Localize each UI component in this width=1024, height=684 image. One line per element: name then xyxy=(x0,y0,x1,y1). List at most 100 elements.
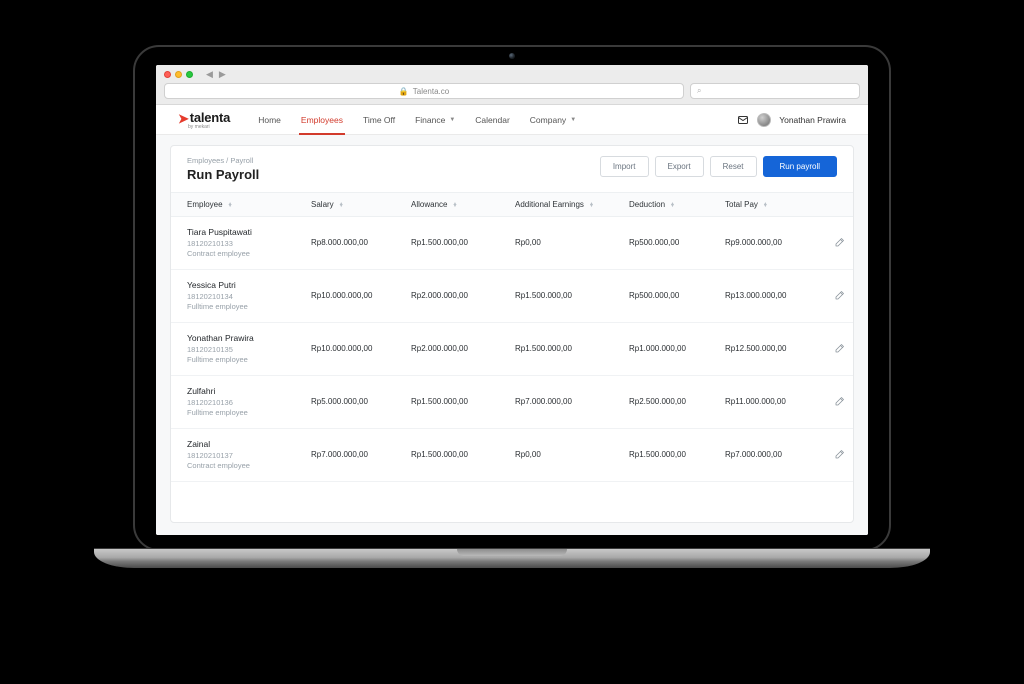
nav-item-label: Company xyxy=(530,115,566,125)
back-button[interactable]: ◀ xyxy=(206,70,213,79)
nav-item-home[interactable]: Home xyxy=(248,105,291,134)
employee-name: Zulfahri xyxy=(187,386,307,396)
column-header-salary[interactable]: Salary▲▼ xyxy=(311,200,407,209)
total-cell: Rp13.000.000,00 xyxy=(725,291,821,300)
additional-cell: Rp1.500.000,00 xyxy=(515,291,625,300)
allowance-cell: Rp1.500.000,00 xyxy=(411,238,511,247)
employee-cell: Yonathan Prawira18120210135Fulltime empl… xyxy=(187,333,307,364)
edit-button[interactable] xyxy=(825,289,853,303)
action-bar: Import Export Reset Run payroll xyxy=(600,156,837,177)
allowance-cell: Rp2.000.000,00 xyxy=(411,344,511,353)
sort-icon[interactable]: ▲▼ xyxy=(228,203,233,207)
nav-item-company[interactable]: Company ▼ xyxy=(520,105,586,134)
employee-type: Fulltime employee xyxy=(187,408,307,417)
total-cell: Rp12.500.000,00 xyxy=(725,344,821,353)
total-cell: Rp7.000.000,00 xyxy=(725,450,821,459)
export-button[interactable]: Export xyxy=(655,156,704,177)
pencil-icon xyxy=(834,448,846,462)
sort-icon[interactable]: ▲▼ xyxy=(763,203,768,207)
employee-cell: Zulfahri18120210136Fulltime employee xyxy=(187,386,307,417)
column-header-label: Deduction xyxy=(629,200,665,209)
chevron-down-icon: ▼ xyxy=(570,117,576,123)
employee-name: Yonathan Prawira xyxy=(187,333,307,343)
brand-logo[interactable]: ➤ talenta by mekari xyxy=(178,110,248,130)
sort-icon[interactable]: ▲▼ xyxy=(452,203,457,207)
address-bar-host: Talenta.co xyxy=(413,87,449,96)
brand-mark-icon: ➤ xyxy=(178,111,189,127)
additional-cell: Rp7.000.000,00 xyxy=(515,397,625,406)
nav-item-employees[interactable]: Employees xyxy=(291,105,353,134)
laptop-camera xyxy=(509,53,515,59)
deduction-cell: Rp2.500.000,00 xyxy=(629,397,721,406)
column-header-employee[interactable]: Employee ▲▼ xyxy=(187,200,307,209)
pencil-icon xyxy=(834,395,846,409)
column-header-label: Allowance xyxy=(411,200,447,209)
employee-type: Contract employee xyxy=(187,461,307,470)
screen: ◀ ▶ 🔒 Talenta.co ⌕ ➤ talenta xyxy=(156,65,868,535)
app-body: Employees / Payroll Run Payroll Import E… xyxy=(156,135,868,535)
close-window-button[interactable] xyxy=(164,71,171,78)
total-cell: Rp9.000.000,00 xyxy=(725,238,821,247)
payroll-table: Employee▲▼Salary▲▼Allowance▲▼Additional … xyxy=(171,192,853,522)
nav-item-label: Calendar xyxy=(475,115,510,125)
chevron-down-icon: ▼ xyxy=(449,117,455,123)
allowance-cell: Rp1.500.000,00 xyxy=(411,397,511,406)
nav-item-calendar[interactable]: Calendar xyxy=(465,105,520,134)
maximize-window-button[interactable] xyxy=(186,71,193,78)
avatar[interactable] xyxy=(757,113,771,127)
mail-icon[interactable] xyxy=(737,114,749,126)
table-row: Yessica Putri18120210134Fulltime employe… xyxy=(171,270,853,323)
page-title: Run Payroll xyxy=(187,167,259,182)
reset-button[interactable]: Reset xyxy=(710,156,757,177)
column-header-deduction[interactable]: Deduction ▲▼ xyxy=(629,200,721,209)
additional-cell: Rp0,00 xyxy=(515,238,625,247)
pencil-icon xyxy=(834,289,846,303)
brand-subtitle: by mekari xyxy=(188,125,248,130)
table-header: Employee▲▼Salary▲▼Allowance▲▼Additional … xyxy=(171,192,853,217)
brand-name: talenta xyxy=(190,110,231,125)
edit-button[interactable] xyxy=(825,236,853,250)
breadcrumb[interactable]: Employees / Payroll xyxy=(187,156,259,165)
edit-button[interactable] xyxy=(825,448,853,462)
search-icon: ⌕ xyxy=(697,86,701,96)
nav-item-label: Finance xyxy=(415,115,445,125)
run-payroll-button[interactable]: Run payroll xyxy=(763,156,837,177)
salary-cell: Rp10.000.000,00 xyxy=(311,344,407,353)
employee-type: Fulltime employee xyxy=(187,302,307,311)
nav-item-time-off[interactable]: Time Off xyxy=(353,105,405,134)
browser-search-input[interactable]: ⌕ xyxy=(690,83,860,99)
address-bar[interactable]: 🔒 Talenta.co xyxy=(164,83,684,99)
table-row: Yonathan Prawira18120210135Fulltime empl… xyxy=(171,323,853,376)
additional-cell: Rp1.500.000,00 xyxy=(515,344,625,353)
nav-item-finance[interactable]: Finance ▼ xyxy=(405,105,465,134)
column-header-additional-earnings[interactable]: Additional Earnings ▲▼ xyxy=(515,200,625,209)
edit-button[interactable] xyxy=(825,342,853,356)
laptop-frame: ◀ ▶ 🔒 Talenta.co ⌕ ➤ talenta xyxy=(133,45,891,551)
column-header-total-pay[interactable]: Total Pay▲▼ xyxy=(725,200,821,209)
user-name[interactable]: Yonathan Prawira xyxy=(779,115,846,125)
table-row: Zulfahri18120210136Fulltime employee Rp5.… xyxy=(171,376,853,429)
salary-cell: Rp7.000.000,00 xyxy=(311,450,407,459)
nav-item-label: Time Off xyxy=(363,115,395,125)
forward-button[interactable]: ▶ xyxy=(219,70,226,79)
employee-id: 18120210133 xyxy=(187,239,307,248)
sort-icon[interactable]: ▲▼ xyxy=(589,203,594,207)
employee-name: Zainal xyxy=(187,439,307,449)
employee-id: 18120210134 xyxy=(187,292,307,301)
sort-icon[interactable]: ▲▼ xyxy=(670,203,675,207)
sort-icon[interactable]: ▲▼ xyxy=(339,203,344,207)
main-nav: HomeEmployees Time Off Finance ▼ Calendar Com… xyxy=(248,105,586,134)
column-header-label: Additional Earnings xyxy=(515,200,584,209)
table-row: Tiara Puspitawati18120210133Contract emp… xyxy=(171,217,853,270)
import-button[interactable]: Import xyxy=(600,156,649,177)
browser-chrome: ◀ ▶ 🔒 Talenta.co ⌕ xyxy=(156,65,868,105)
minimize-window-button[interactable] xyxy=(175,71,182,78)
employee-type: Contract employee xyxy=(187,249,307,258)
column-header-allowance[interactable]: Allowance ▲▼ xyxy=(411,200,511,209)
salary-cell: Rp5.000.000,00 xyxy=(311,397,407,406)
employee-cell: Yessica Putri18120210134Fulltime employe… xyxy=(187,280,307,311)
column-header-label: Employee xyxy=(187,200,223,209)
salary-cell: Rp10.000.000,00 xyxy=(311,291,407,300)
window-controls xyxy=(164,71,193,78)
edit-button[interactable] xyxy=(825,395,853,409)
